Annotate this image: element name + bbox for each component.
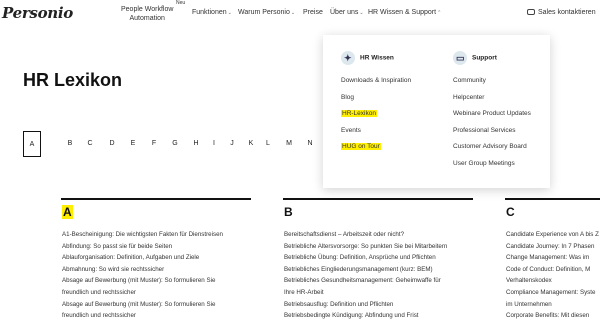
- alphabet-letter-a[interactable]: A: [23, 131, 41, 157]
- list-item[interactable]: Candidate Experience von A bis Z: [506, 229, 600, 241]
- logo[interactable]: Personio: [2, 4, 73, 22]
- lightbulb-icon: ✦: [341, 51, 355, 65]
- alphabet-letter-n[interactable]: N: [301, 131, 319, 157]
- new-badge: Neu: [176, 0, 186, 6]
- list-item[interactable]: Verhaltenskodex: [506, 275, 600, 287]
- list-item[interactable]: Betriebliches Gesundheitsmanagement: Geh…: [284, 275, 447, 287]
- list-item[interactable]: Compliance Management: Syste: [506, 287, 600, 299]
- nav-preise[interactable]: Preise: [303, 9, 323, 16]
- list-item[interactable]: Bereitschaftsdienst – Arbeitszeit oder n…: [284, 229, 447, 241]
- dropdown-support-links: Community Helpcenter Webinare Product Up…: [453, 73, 531, 172]
- column-b-heading: B: [284, 205, 293, 219]
- nav-funktionen-label: Funktionen: [192, 9, 227, 16]
- nav-preise-label: Preise: [303, 9, 323, 16]
- list-item[interactable]: Ihre HR-Arbeit: [284, 287, 447, 299]
- chevron-up-icon: ⌃: [437, 10, 442, 16]
- dropdown-link-label: Events: [341, 126, 361, 134]
- list-item[interactable]: Betriebsbedingte Kündigung: Abfindung un…: [284, 310, 447, 322]
- list-item[interactable]: Ablauforganisation: Definition, Aufgaben…: [62, 252, 223, 264]
- list-item[interactable]: im Unternehmen: [506, 299, 600, 311]
- column-a-divider: [61, 198, 251, 200]
- page-title: HR Lexikon: [23, 70, 123, 90]
- alphabet-letter-j[interactable]: J: [223, 131, 241, 157]
- list-item[interactable]: Change Management: Was im: [506, 252, 600, 264]
- list-item[interactable]: Betriebliche Übung: Definition, Ansprüch…: [284, 252, 447, 264]
- dropdown-link-blog[interactable]: Blog: [341, 90, 411, 107]
- dropdown-link-downloads[interactable]: Downloads & Inspiration: [341, 73, 411, 90]
- nav-warum-personio[interactable]: Warum Personio⌄: [238, 9, 295, 16]
- column-b-list: Bereitschaftsdienst – Arbeitszeit oder n…: [284, 229, 447, 322]
- alphabet-letter-f[interactable]: F: [145, 131, 163, 157]
- dropdown-link-label: Downloads & Inspiration: [341, 77, 412, 84]
- dropdown-support-column: ▭ Support Community Helpcenter Webinare P…: [453, 51, 531, 172]
- alphabet-letter-c[interactable]: C: [81, 131, 99, 157]
- list-item[interactable]: Absage auf Bewerbung (mit Muster): So fo…: [62, 275, 223, 287]
- list-item[interactable]: Code of Conduct: Definition, M: [506, 264, 600, 276]
- nav-hr-wissen-support[interactable]: HR Wissen & Support⌃: [368, 9, 441, 16]
- list-item[interactable]: Betriebsausflug: Definition und Pflichte…: [284, 299, 447, 311]
- chat-bubble-icon: ▭: [453, 51, 467, 65]
- chevron-down-icon: ⌄: [290, 10, 296, 16]
- column-a-list: A1-Bescheinigung: Die wichtigsten Fakten…: [62, 229, 223, 322]
- dropdown-link-professional-services[interactable]: Professional Services: [453, 123, 531, 140]
- list-item[interactable]: Betriebliches Eingliederungsmanagement (…: [284, 264, 447, 276]
- dropdown-link-customer-advisory-board[interactable]: Customer Advisory Board: [453, 139, 531, 156]
- dropdown-hr-wissen-title: HR Wissen: [360, 54, 394, 62]
- dropdown-link-label-highlighted: HUG on Tour: [341, 143, 381, 150]
- nav-warum-personio-label: Warum Personio: [238, 9, 290, 16]
- column-a-heading: A: [62, 205, 73, 219]
- list-item[interactable]: Betriebliche Altersvorsorge: So punkten …: [284, 241, 447, 253]
- sales-contact-label: Sales kontaktieren: [538, 9, 596, 16]
- dropdown-link-label: Blog: [341, 93, 355, 101]
- nav-funktionen[interactable]: Funktionen⌄: [192, 9, 232, 16]
- chevron-down-icon: ⌄: [359, 10, 364, 16]
- dropdown-support-title: Support: [472, 54, 497, 62]
- dropdown-link-community[interactable]: Community: [453, 73, 531, 90]
- alphabet-letter-g[interactable]: G: [166, 131, 184, 157]
- alphabet-letter-m[interactable]: M: [280, 131, 298, 157]
- chevron-down-icon: ⌄: [227, 10, 232, 16]
- dropdown-support-heading: ▭ Support: [453, 51, 531, 67]
- column-c-divider: [505, 198, 600, 200]
- alphabet-letter-e[interactable]: E: [124, 131, 142, 157]
- alphabet-letter-b[interactable]: B: [61, 131, 79, 157]
- nav-hr-wissen-support-label: HR Wissen & Support: [368, 9, 437, 16]
- dropdown-link-webinare[interactable]: Webinare Product Updates: [453, 106, 531, 123]
- dropdown-hr-wissen-column: ✦ HR Wissen Downloads & Inspiration Blog …: [341, 51, 411, 156]
- list-item[interactable]: Corporate Benefits: Mit diesen: [506, 310, 600, 322]
- list-item[interactable]: Abfindung: So passt sie für beide Seiten: [62, 241, 223, 253]
- dropdown-hr-wissen-links: Downloads & Inspiration Blog HR-Lexikon …: [341, 73, 411, 156]
- list-item[interactable]: freundlich und rechtssicher: [62, 287, 223, 299]
- dropdown-link-label-highlighted: HR-Lexikon: [341, 110, 377, 117]
- nav-people-workflow-line2: Automation: [129, 15, 165, 22]
- alphabet-letter-i[interactable]: I: [205, 131, 223, 157]
- dropdown-link-helpcenter[interactable]: Helpcenter: [453, 90, 531, 107]
- nav-people-workflow[interactable]: People Workflow Automation: [121, 5, 173, 23]
- alphabet-letter-d[interactable]: D: [103, 131, 121, 157]
- top-navigation: Personio People Workflow Automation Neu …: [0, 0, 600, 34]
- nav-ueber-uns[interactable]: Über uns⌄: [330, 9, 364, 16]
- hr-wissen-support-dropdown: ✦ HR Wissen Downloads & Inspiration Blog …: [323, 35, 550, 188]
- nav-people-workflow-line1: People Workflow: [121, 6, 174, 13]
- alphabet-letter-h[interactable]: H: [187, 131, 205, 157]
- list-item[interactable]: A1-Bescheinigung: Die wichtigsten Fakten…: [62, 229, 223, 241]
- list-item[interactable]: Absage auf Bewerbung (mit Muster): So fo…: [62, 299, 223, 311]
- list-item[interactable]: Abmahnung: So wird sie rechtssicher: [62, 264, 223, 276]
- column-c-heading: C: [506, 205, 515, 219]
- list-item[interactable]: freundlich und rechtssicher: [62, 310, 223, 322]
- alphabet-letter-k[interactable]: K: [242, 131, 260, 157]
- column-c-list: Candidate Experience von A bis Z Candida…: [506, 229, 600, 322]
- nav-ueber-uns-label: Über uns: [330, 9, 359, 16]
- dropdown-link-hug-on-tour[interactable]: HUG on Tour: [341, 139, 411, 156]
- dropdown-link-user-group-meetings[interactable]: User Group Meetings: [453, 156, 531, 173]
- column-b-divider: [283, 198, 473, 200]
- dropdown-hr-wissen-heading: ✦ HR Wissen: [341, 51, 411, 67]
- sales-contact-link[interactable]: Sales kontaktieren: [527, 9, 596, 16]
- dropdown-link-events[interactable]: Events: [341, 123, 411, 140]
- alphabet-letter-l[interactable]: L: [259, 131, 277, 157]
- dropdown-link-hr-lexikon[interactable]: HR-Lexikon: [341, 106, 411, 123]
- chat-icon: [527, 9, 535, 15]
- list-item[interactable]: Candidate Journey: In 7 Phasen: [506, 241, 600, 253]
